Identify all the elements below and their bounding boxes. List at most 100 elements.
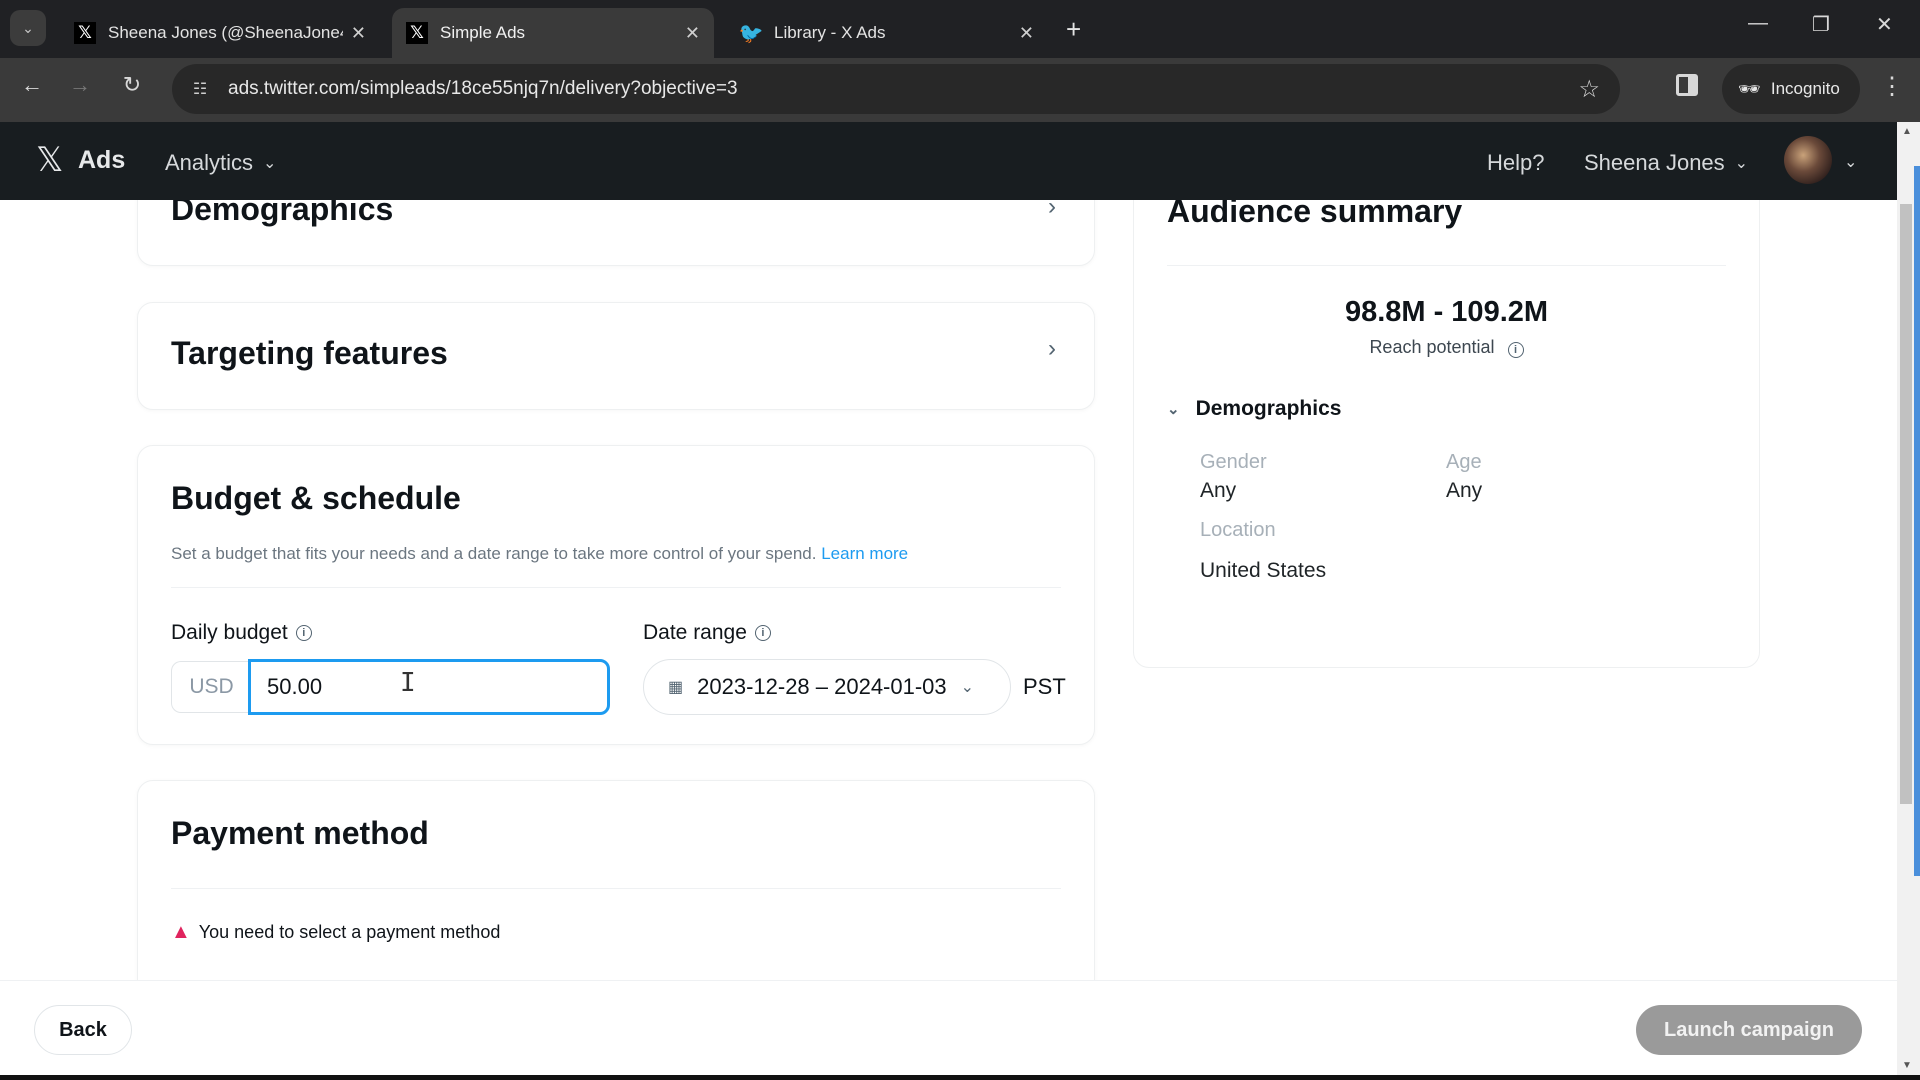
restore-button[interactable]: ❐ bbox=[1812, 12, 1830, 37]
chevron-right-icon[interactable]: › bbox=[1048, 200, 1056, 221]
browser-tab-simple-ads[interactable]: 𝕏 Simple Ads ✕ bbox=[392, 8, 714, 58]
scroll-up-icon[interactable]: ▲ bbox=[1902, 126, 1912, 137]
reach-label-text: Reach potential bbox=[1369, 337, 1495, 357]
info-icon[interactable]: i bbox=[295, 625, 312, 641]
incognito-label: Incognito bbox=[1770, 79, 1840, 98]
scroll-down-icon[interactable]: ▼ bbox=[1902, 1060, 1912, 1071]
chevron-right-icon[interactable]: › bbox=[1048, 335, 1056, 363]
launch-campaign-button[interactable]: Launch campaign bbox=[1636, 1005, 1862, 1055]
browser-toolbar: ← → ↻ ☷ ads.twitter.com/simpleads/18ce55… bbox=[0, 58, 1920, 122]
help-link[interactable]: Help? bbox=[1487, 150, 1544, 176]
chevron-down-icon: ⌄ bbox=[1734, 155, 1749, 172]
audience-title: Audience summary bbox=[1167, 200, 1463, 229]
reach-potential-value: 98.8M - 109.2M bbox=[1344, 296, 1549, 328]
close-tab-icon[interactable]: ✕ bbox=[1019, 23, 1034, 44]
bookmark-star-icon[interactable]: ☆ bbox=[1578, 75, 1600, 104]
more-vertical-icon: ⋮ bbox=[1880, 73, 1904, 100]
x-logo-icon: 𝕏 bbox=[406, 22, 428, 44]
close-window-button[interactable]: ✕ bbox=[1876, 12, 1893, 37]
reach-potential-label: Reach potential i bbox=[1134, 337, 1759, 358]
reload-icon: ↻ bbox=[122, 72, 142, 97]
twitter-bird-icon: 🐦 bbox=[738, 22, 764, 45]
account-menu[interactable]: Sheena Jones ⌄ bbox=[1584, 150, 1748, 176]
close-icon: ✕ bbox=[1876, 14, 1893, 36]
divider bbox=[1167, 265, 1726, 266]
age-label: Age bbox=[1446, 451, 1482, 473]
chevron-down-icon: ⌄ bbox=[263, 155, 277, 172]
calendar-icon: ▦ bbox=[668, 679, 684, 696]
budget-description: Set a budget that fits your needs and a … bbox=[171, 544, 908, 564]
chevron-down-icon: ⌄ bbox=[22, 19, 34, 36]
divider bbox=[171, 587, 1061, 588]
date-range-value: 2023-12-28 – 2024-01-03 bbox=[697, 674, 947, 699]
daily-budget-label: Daily budget i bbox=[171, 621, 312, 645]
date-range-label: Date range i bbox=[643, 621, 771, 645]
budget-schedule-card: Budget & schedule Set a budget that fits… bbox=[137, 445, 1095, 745]
x-logo-icon[interactable]: 𝕏 bbox=[36, 140, 63, 180]
incognito-badge[interactable]: 🕶 Incognito bbox=[1722, 64, 1860, 114]
browser-tab-sheena-jones[interactable]: 𝕏 Sheena Jones (@SheenaJone49 ✕ bbox=[60, 8, 380, 58]
text-cursor-icon: I bbox=[400, 668, 416, 698]
demographics-toggle-label: Demographics bbox=[1195, 397, 1342, 420]
browser-tab-library[interactable]: 🐦 Library - X Ads ✕ bbox=[726, 8, 1048, 58]
payment-title: Payment method bbox=[171, 815, 429, 851]
address-bar[interactable]: ☷ ads.twitter.com/simpleads/18ce55njq7n/… bbox=[172, 64, 1620, 114]
user-name: Sheena Jones bbox=[1584, 150, 1725, 175]
date-range-picker[interactable]: ▦ 2023-12-28 – 2024-01-03 ⌄ bbox=[643, 659, 1011, 715]
budget-title: Budget & schedule bbox=[171, 480, 461, 516]
demographics-toggle[interactable]: ⌄ Demographics bbox=[1167, 397, 1341, 421]
back-button[interactable]: Back bbox=[34, 1005, 132, 1055]
scrollbar-thumb[interactable] bbox=[1900, 204, 1912, 804]
timezone-label: PST bbox=[1023, 674, 1066, 699]
reload-button[interactable]: ↻ bbox=[114, 72, 150, 98]
demographics-title: Demographics bbox=[171, 200, 394, 227]
forward-nav-button[interactable]: → bbox=[62, 72, 98, 98]
close-tab-icon[interactable]: ✕ bbox=[351, 23, 366, 44]
help-label: Help? bbox=[1487, 150, 1545, 175]
browser-menu-button[interactable]: ⋮ bbox=[1880, 72, 1904, 101]
ads-logo-text[interactable]: Ads bbox=[78, 146, 125, 175]
targeting-features-card[interactable]: Targeting features › bbox=[137, 302, 1095, 410]
divider bbox=[171, 888, 1061, 889]
date-range-label-text: Date range bbox=[643, 621, 747, 644]
footer-bar: Back Launch campaign bbox=[0, 980, 1897, 1075]
avatar[interactable] bbox=[1784, 136, 1832, 184]
chevron-down-icon[interactable]: ⌄ bbox=[1844, 152, 1857, 172]
info-icon[interactable]: i bbox=[754, 625, 771, 641]
minimize-button[interactable]: — bbox=[1748, 12, 1768, 35]
incognito-icon: 🕶 bbox=[1738, 78, 1761, 99]
app-header: 𝕏 Ads Analytics ⌄ Help? Sheena Jones ⌄ ⌄ bbox=[0, 122, 1897, 200]
new-tab-button[interactable]: + bbox=[1066, 14, 1081, 45]
location-label: Location bbox=[1200, 519, 1276, 541]
analytics-menu[interactable]: Analytics ⌄ bbox=[165, 150, 276, 176]
back-nav-button[interactable]: ← bbox=[14, 72, 50, 98]
info-icon[interactable]: i bbox=[1507, 342, 1524, 358]
demographics-card[interactable]: Demographics › bbox=[137, 200, 1095, 266]
plus-icon: + bbox=[1066, 14, 1082, 44]
currency-prefix: USD bbox=[171, 661, 251, 713]
arrow-right-icon: → bbox=[69, 72, 91, 97]
gender-value: Any bbox=[1200, 479, 1237, 502]
taskbar-edge bbox=[0, 1075, 1920, 1080]
location-value: United States bbox=[1200, 559, 1327, 582]
site-settings-icon[interactable]: ☷ bbox=[180, 79, 220, 99]
budget-description-text: Set a budget that fits your needs and a … bbox=[171, 544, 817, 563]
chevron-down-icon: ⌄ bbox=[1167, 401, 1180, 418]
age-value: Any bbox=[1446, 479, 1483, 502]
side-panel-icon[interactable] bbox=[1676, 74, 1698, 96]
close-tab-icon[interactable]: ✕ bbox=[685, 23, 700, 44]
payment-warning-text: You need to select a payment method bbox=[198, 922, 501, 942]
tab-search-button[interactable]: ⌄ bbox=[10, 10, 46, 46]
minimize-icon: — bbox=[1748, 12, 1768, 34]
x-logo-icon: 𝕏 bbox=[74, 22, 96, 44]
daily-budget-input[interactable] bbox=[248, 659, 610, 715]
payment-warning: ▲ You need to select a payment method bbox=[171, 921, 500, 944]
targeting-title: Targeting features bbox=[171, 335, 448, 371]
audience-summary-panel: Audience summary 98.8M - 109.2M Reach po… bbox=[1133, 200, 1760, 668]
chevron-down-icon: ⌄ bbox=[960, 679, 975, 696]
arrow-left-icon: ← bbox=[21, 72, 43, 97]
restore-icon: ❐ bbox=[1812, 14, 1830, 36]
url-text[interactable]: ads.twitter.com/simpleads/18ce55njq7n/de… bbox=[228, 78, 1578, 100]
warning-icon: ▲ bbox=[171, 921, 191, 943]
learn-more-link[interactable]: Learn more bbox=[821, 544, 908, 563]
